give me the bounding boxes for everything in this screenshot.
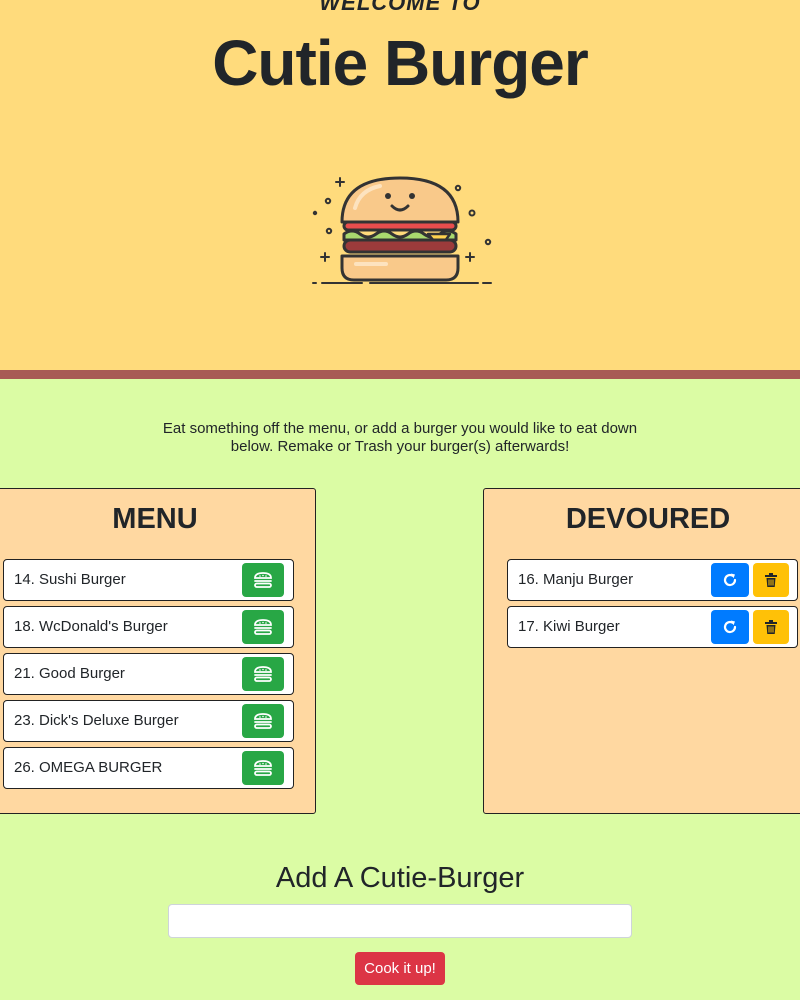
menu-item: 14. Sushi Burger: [3, 559, 294, 601]
devoured-panel: DEVOURED 16. Manju Burger 17. Kiwi Burge…: [483, 488, 800, 814]
eat-button[interactable]: [242, 704, 284, 738]
menu-item: 18. WcDonald's Burger: [3, 606, 294, 648]
trash-button[interactable]: [753, 610, 789, 644]
burger-icon: [254, 619, 272, 635]
menu-panel: MENU 14. Sushi Burger 18. WcDonald's Bur…: [0, 488, 316, 814]
remake-button[interactable]: [711, 610, 749, 644]
burger-name-input[interactable]: [168, 904, 632, 938]
devoured-title: DEVOURED: [565, 503, 731, 535]
menu-item: 23. Dick's Deluxe Burger: [3, 700, 294, 742]
burger-icon: [254, 760, 272, 776]
welcome-text: WELCOME TO: [319, 0, 481, 15]
redo-icon: [723, 573, 737, 587]
menu-title: MENU: [112, 503, 198, 535]
burger-icon: [254, 572, 272, 588]
trash-icon: [765, 620, 777, 634]
cook-it-up-button[interactable]: Cook it up!: [355, 952, 445, 985]
smiling-burger-illustration: [312, 176, 492, 284]
hero-header: WELCOME TO Cutie Burger: [0, 0, 800, 370]
menu-item: 26. OMEGA BURGER: [3, 747, 294, 789]
eat-button[interactable]: [242, 563, 284, 597]
menu-item: 21. Good Burger: [3, 653, 294, 695]
eat-button[interactable]: [242, 610, 284, 644]
menu-item-label: 26. OMEGA BURGER: [14, 759, 163, 776]
trash-button[interactable]: [753, 563, 789, 597]
burger-icon: [254, 713, 272, 729]
devoured-item-label: 17. Kiwi Burger: [518, 618, 620, 635]
menu-item-label: 23. Dick's Deluxe Burger: [14, 712, 179, 729]
menu-item-label: 14. Sushi Burger: [14, 571, 126, 588]
redo-icon: [723, 620, 737, 634]
trash-icon: [765, 573, 777, 587]
eat-button[interactable]: [242, 657, 284, 691]
remake-button[interactable]: [711, 563, 749, 597]
menu-item-label: 18. WcDonald's Burger: [14, 618, 168, 635]
devoured-item: 17. Kiwi Burger: [507, 606, 798, 648]
hero-divider: [0, 370, 800, 379]
page-title: Cutie Burger: [212, 27, 589, 99]
add-burger-title: Add A Cutie-Burger: [275, 862, 525, 894]
burger-icon: [254, 666, 272, 682]
devoured-item-label: 16. Manju Burger: [518, 571, 634, 588]
devoured-item: 16. Manju Burger: [507, 559, 798, 601]
eat-button[interactable]: [242, 751, 284, 785]
intro-text: Eat something off the menu, or add a bur…: [162, 420, 638, 455]
menu-item-label: 21. Good Burger: [14, 665, 125, 682]
